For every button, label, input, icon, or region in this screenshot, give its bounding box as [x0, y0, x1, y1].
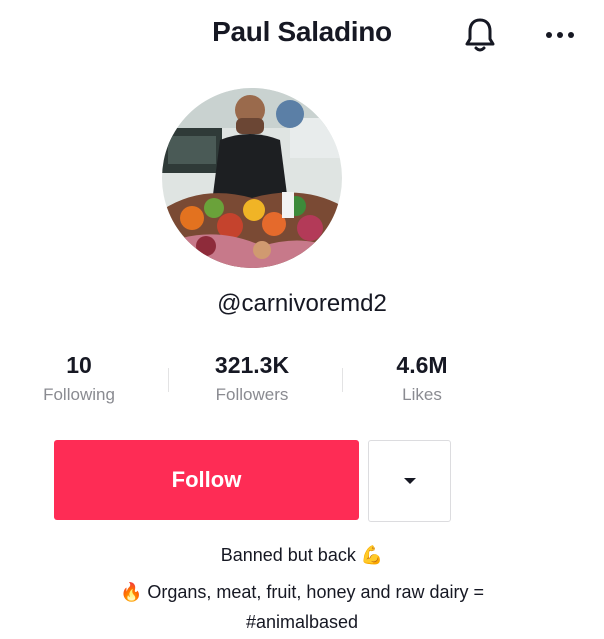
suggested-accounts-dropdown-button[interactable]	[368, 440, 451, 522]
bio-line-3: #animalbased	[0, 612, 604, 633]
bio-text: Organs, meat, fruit, honey and raw dairy…	[147, 582, 485, 602]
stat-followers-label: Followers	[215, 385, 289, 404]
stat-divider	[342, 368, 343, 392]
stat-following-label: Following	[43, 385, 115, 404]
stat-followers-count: 321.3K	[214, 352, 290, 378]
profile-name: Paul Saladino	[212, 16, 392, 47]
bio-line-1: Banned but back 💪	[0, 545, 604, 566]
bell-icon[interactable]	[458, 12, 502, 56]
flexed-biceps-emoji: 💪	[360, 545, 384, 565]
caret-down-icon	[403, 478, 416, 484]
bio-line-2: 🔥 Organs, meat, fruit, honey and raw dai…	[0, 582, 604, 603]
fire-emoji: 🔥	[119, 582, 143, 602]
profile-handle: @carnivoremd2	[217, 290, 387, 317]
stat-likes-count: 4.6M	[396, 352, 448, 378]
stat-following-count: 10	[66, 352, 92, 378]
stat-likes-label: Likes	[402, 385, 442, 404]
avatar[interactable]	[162, 88, 342, 268]
stat-likes: 4.6M Likes	[347, 352, 497, 405]
stat-followers[interactable]: 321.3K Followers	[177, 352, 327, 405]
follow-button[interactable]: Follow	[54, 440, 359, 520]
stat-following[interactable]: 10 Following	[4, 352, 154, 405]
stat-divider	[168, 368, 169, 392]
more-options-icon[interactable]	[538, 20, 582, 50]
bio-hashtag: #animalbased	[245, 612, 359, 632]
profile-header: Paul Saladino	[0, 0, 604, 68]
bio-text: Banned but back	[220, 545, 356, 565]
